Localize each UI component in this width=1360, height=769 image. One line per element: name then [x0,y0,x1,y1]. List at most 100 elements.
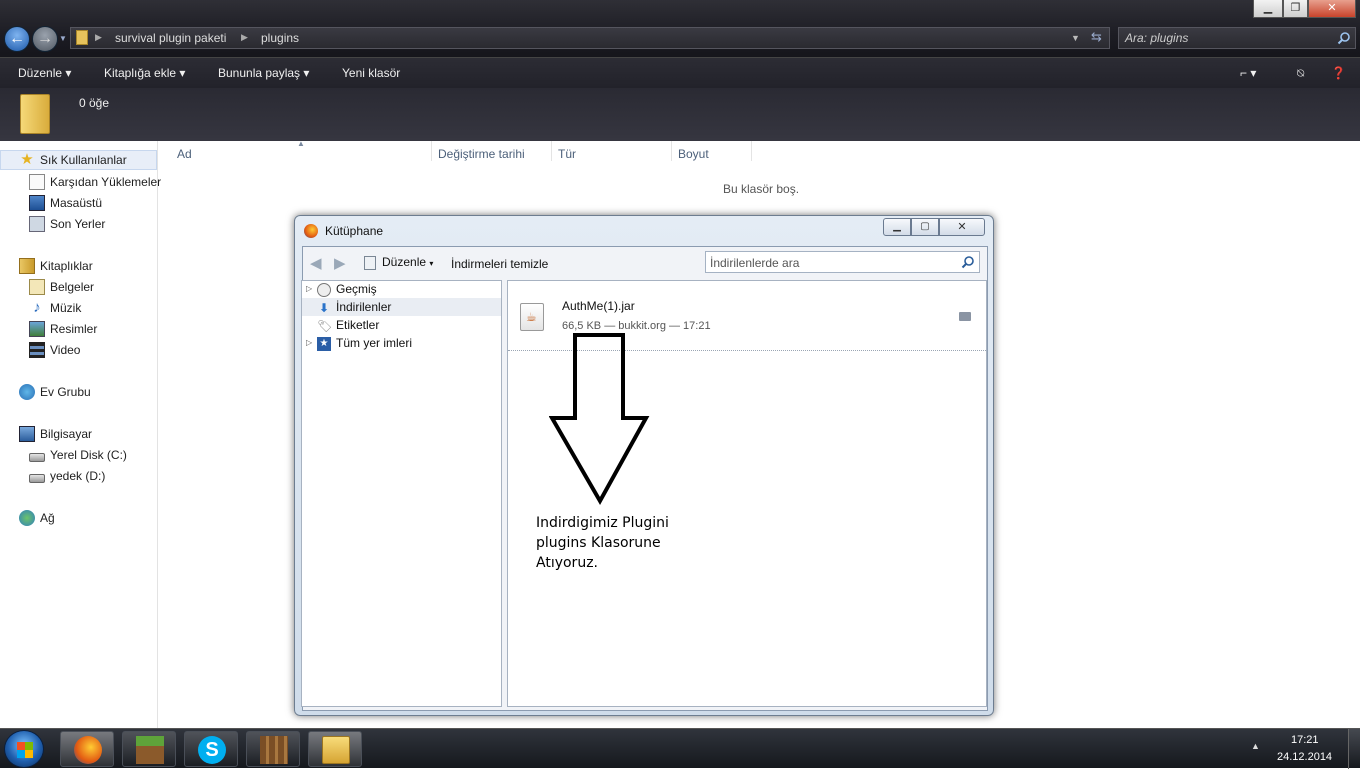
crafting-table-icon [260,736,288,764]
tree-expander-icon[interactable]: ▷ [306,284,312,293]
search-input[interactable]: Ara: plugins [1118,27,1356,49]
download-arrow-icon: ⬇ [318,300,330,315]
sidebar-item-recent-places[interactable]: Son Yerler [29,215,105,233]
show-desktop-button[interactable] [1348,729,1360,769]
sidebar-item-desktop[interactable]: Masaüstü [29,194,102,212]
annotation-line: Indirdigimiz Plugini [536,515,669,531]
view-options-icon[interactable]: ⌐ ▾ [1240,66,1256,80]
network-icon [19,509,35,526]
folder-large-icon [20,94,50,134]
breadcrumb-item[interactable]: plugins [261,31,299,45]
sidebar-network[interactable]: Ağ [19,509,55,527]
column-divider[interactable] [671,141,672,161]
star-icon: ★ [20,150,34,168]
clock-date[interactable]: 24.12.2014 [1277,751,1332,763]
breadcrumb-separator-icon: ▶ [95,32,102,42]
column-date-modified[interactable]: Değiştirme tarihi [438,147,525,161]
tree-item-all-bookmarks[interactable]: ★ Tüm yer imleri [317,335,412,351]
column-name[interactable]: Ad [177,147,192,161]
sidebar-item-local-disk[interactable]: Yerel Disk (C:) [29,446,127,464]
maximize-button[interactable]: ❐ [1283,0,1308,18]
library-search-input[interactable]: İndirilenlerde ara [705,251,980,273]
sidebar-homegroup[interactable]: Ev Grubu [19,383,91,401]
download-file-name: AuthMe(1).jar [562,299,635,313]
back-arrow-icon: ← [9,30,25,47]
column-divider[interactable] [751,141,752,161]
explorer-titlebar: ▁ ❐ ✕ ← → ▼ ▶ survival plugin paketi ▶ p… [0,0,1360,57]
folder-icon [76,30,88,45]
library-forward-button[interactable]: ▶ [334,254,346,272]
start-button[interactable] [4,730,44,768]
library-back-button[interactable]: ◀ [310,254,322,272]
sidebar-item-video[interactable]: Video [29,341,80,359]
organize-pages-icon [364,255,376,270]
tag-icon: 🏷 [317,318,333,333]
drive-icon [29,453,45,463]
sidebar-item-downloads[interactable]: Karşıdan Yüklemeler [29,173,161,191]
annotation-line: plugins Klasorune [536,535,661,551]
library-tree: ▷ Geçmiş ⬇ İndirilenler 🏷 Etiketler ▷ ★ Tüm… [301,280,502,707]
address-dropdown-icon[interactable]: ▼ [1071,33,1080,43]
column-type[interactable]: Tür [558,147,576,161]
help-icon[interactable]: ❓ [1331,66,1346,80]
search-icon [961,256,974,269]
open-folder-icon[interactable] [959,312,971,321]
library-minimize-button[interactable]: ▁ [883,218,911,236]
sidebar-favorites[interactable]: ★ Sık Kullanılanlar [19,150,126,169]
library-maximize-button[interactable]: ▢ [911,218,939,236]
clear-downloads-button[interactable]: İndirmeleri temizle [451,257,548,271]
refresh-icon[interactable]: ⇆ [1091,29,1102,45]
taskbar-crafting-table[interactable] [246,731,300,767]
clock-icon [317,282,331,297]
clock-time[interactable]: 17:21 [1291,734,1319,746]
sidebar-item-documents[interactable]: Belgeler [29,278,94,296]
library-organize-menu[interactable]: Düzenle ▾ [364,255,433,270]
taskbar-skype[interactable]: S [184,731,238,767]
annotation-text: Indirdigimiz Plugini plugins Klasorune A… [536,513,669,573]
tree-item-tags[interactable]: 🏷 Etiketler [317,317,379,333]
taskbar-explorer[interactable] [308,731,362,767]
tree-expander-icon[interactable]: ▷ [306,338,312,347]
tree-item-history[interactable]: Geçmiş [317,281,377,297]
homegroup-icon [19,383,35,400]
sidebar-libraries[interactable]: Kitaplıklar [19,257,93,275]
firefox-logo-icon [304,224,318,238]
new-folder-button[interactable]: Yeni klasör [342,66,400,80]
minimize-button[interactable]: ▁ [1253,0,1283,18]
breadcrumb-item[interactable]: survival plugin paketi [115,31,226,45]
library-search-placeholder: İndirilenlerde ara [710,256,800,270]
search-placeholder: Ara: plugins [1125,31,1189,45]
sidebar-computer[interactable]: Bilgisayar [19,425,92,443]
video-film-icon [29,341,45,358]
forward-arrow-icon: → [37,30,53,47]
taskbar-firefox[interactable] [60,731,114,767]
share-with-menu[interactable]: Bununla paylaş ▾ [218,66,309,80]
close-button[interactable]: ✕ [1308,0,1356,18]
back-button[interactable]: ← [4,26,30,52]
drive-icon [29,474,45,484]
tree-item-downloads[interactable]: ⬇ İndirilenler [317,299,391,315]
pictures-icon [29,320,45,337]
add-to-library-menu[interactable]: Kitaplığa ekle ▾ [104,66,185,80]
documents-icon [29,278,45,295]
sidebar-item-backup-disk[interactable]: yedek (D:) [29,467,105,485]
java-cup-icon: ☕ [526,310,537,324]
libraries-icon [19,257,35,274]
downloads-folder-icon [29,173,45,190]
details-pane: 0 öğe [0,88,1360,141]
column-divider[interactable] [551,141,552,161]
taskbar-minecraft[interactable] [122,731,176,767]
recent-pages-dropdown[interactable]: ▼ [59,34,67,43]
library-close-button[interactable]: ✕ [939,218,985,236]
column-size[interactable]: Boyut [678,147,709,161]
column-divider[interactable] [431,141,432,161]
forward-button[interactable]: → [32,26,58,52]
sidebar-item-music[interactable]: ♪ Müzik [29,299,81,317]
organize-menu[interactable]: Düzenle ▾ [18,66,71,80]
show-hidden-icons-button[interactable]: ▲ [1251,741,1260,751]
command-bar: Düzenle ▾ Kitaplığa ekle ▾ Bununla payla… [0,57,1360,88]
desktop-icon [29,194,45,211]
preview-pane-icon[interactable]: ⍉ [1297,66,1304,81]
address-bar[interactable]: ▶ survival plugin paketi ▶ plugins ▼ ⇆ [70,27,1110,49]
sidebar-item-pictures[interactable]: Resimler [29,320,97,338]
